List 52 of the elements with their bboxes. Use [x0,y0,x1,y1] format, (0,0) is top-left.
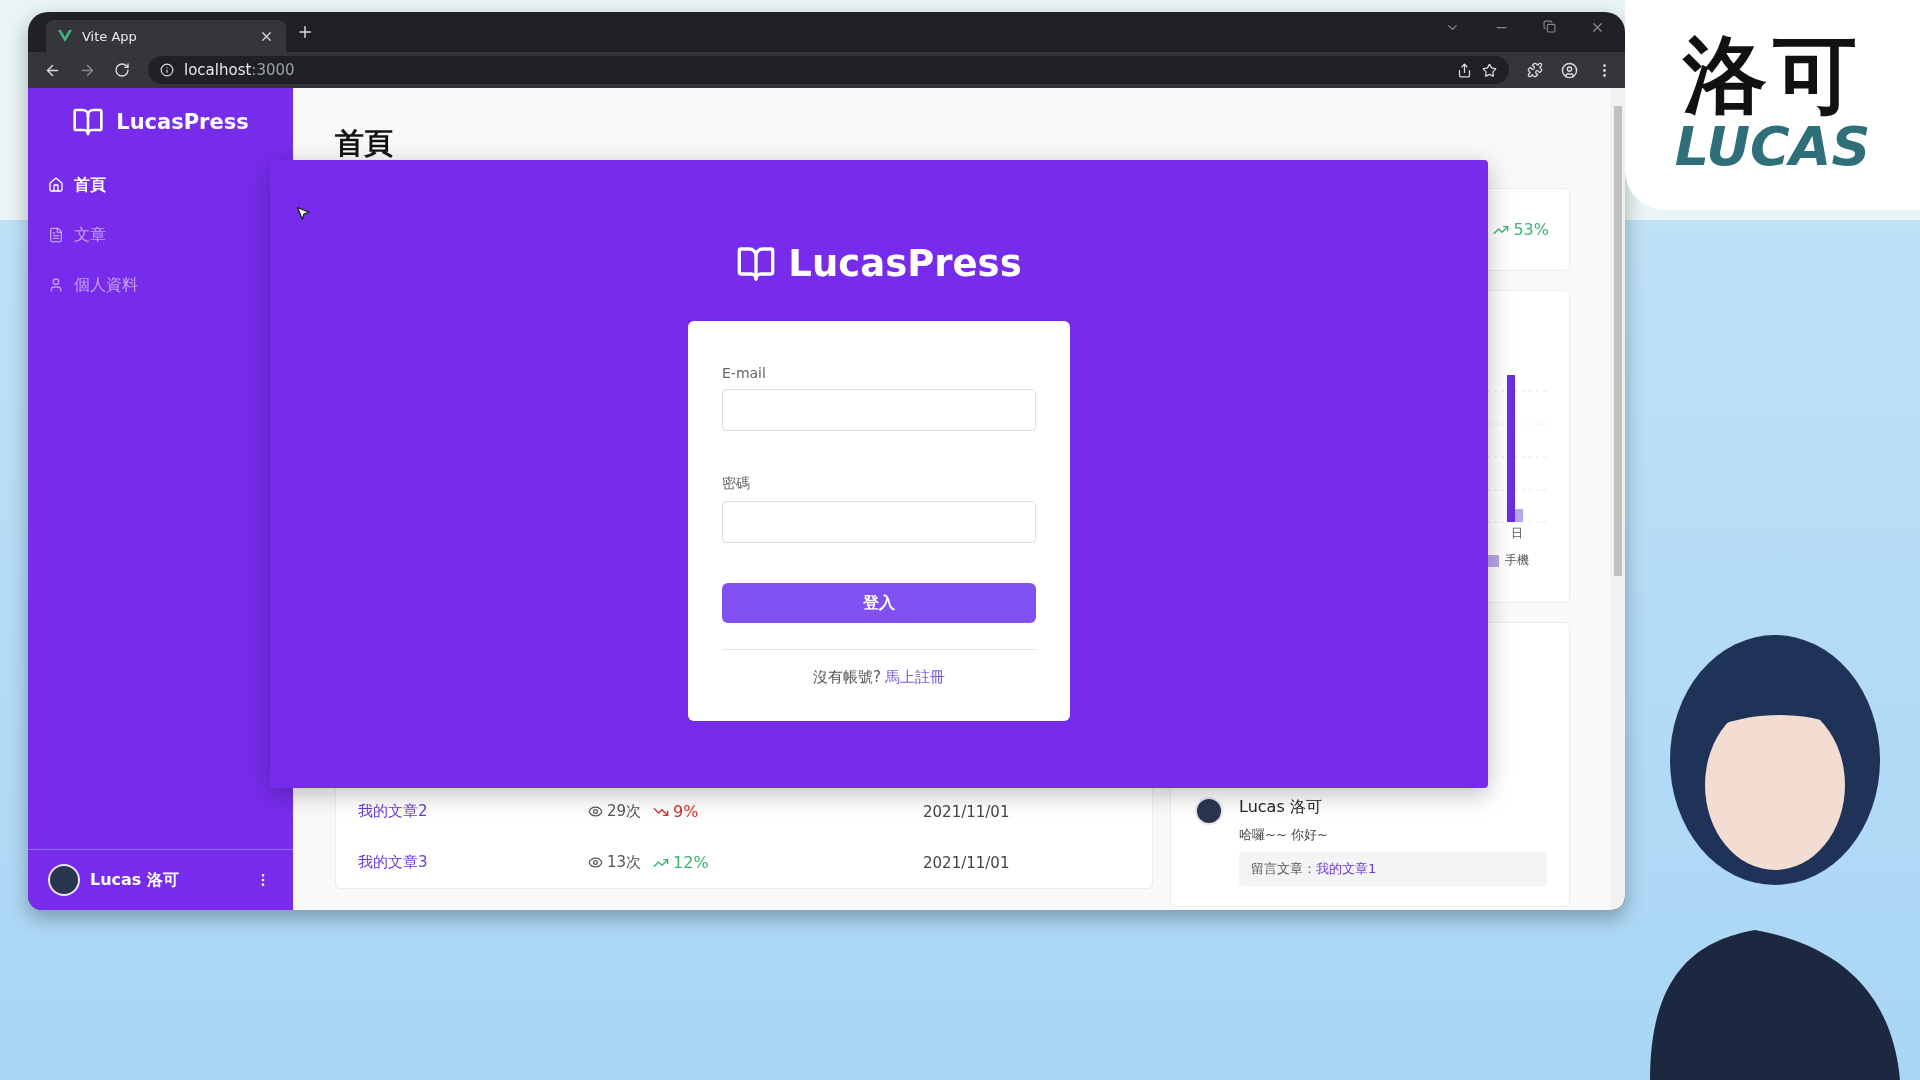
logo-title: 洛可 [1682,33,1863,118]
trend-change: 12% [653,853,709,872]
email-input[interactable] [722,389,1036,431]
commenter-avatar [1195,797,1223,825]
eye-icon [588,855,603,870]
restore-icon[interactable] [1543,19,1556,33]
user-name: Lucas 洛可 [90,869,180,891]
cursor-icon [295,205,311,221]
trend-change: 9% [653,802,699,821]
article-date: 2021/11/01 [923,802,1011,821]
browser-tab[interactable]: Vite App [46,20,286,52]
user-icon [48,277,64,293]
url-text: localhost:3000 [184,61,295,79]
logo-subtitle: LUCAS [1674,117,1871,177]
v-logo-icon [58,30,72,42]
bookmark-star-icon[interactable] [1482,62,1497,78]
book-icon [72,106,105,138]
brand-name: LucasPress [116,110,249,134]
stat-change: 53% [1493,220,1549,239]
info-icon[interactable] [160,63,174,77]
signup-link[interactable]: 馬上註冊 [885,668,945,686]
article-date: 2021/11/01 [923,853,1011,872]
share-icon[interactable] [1457,62,1472,78]
comment-text: 哈囉~~ 你好~ [1239,826,1329,844]
sidebar-item[interactable]: 首頁 [48,160,293,210]
page-title: 首頁 [335,125,394,162]
scrollbar-thumb[interactable] [1613,106,1622,576]
view-count: 29次 [588,802,642,821]
password-label: 密碼 [722,475,751,493]
article-link[interactable]: 我的文章3 [358,853,428,871]
eye-icon [588,804,603,819]
tab-title: Vite App [82,28,138,44]
legend-label: 手機 [1505,552,1529,569]
reload-icon[interactable] [114,62,130,78]
login-button[interactable]: 登入 [722,583,1036,623]
view-count: 13次 [588,853,642,872]
signup-prompt: 沒有帳號? [813,668,881,686]
reference-link[interactable]: 我的文章1 [1316,861,1377,876]
extensions-icon[interactable] [1527,62,1543,78]
article-link[interactable]: 我的文章2 [358,802,428,820]
password-input[interactable] [722,501,1036,543]
document-icon [48,227,64,243]
home-icon [48,177,64,193]
new-tab-icon[interactable] [296,23,314,41]
reference-label: 留言文章： [1251,861,1316,876]
modal-brand-name: LucasPress [788,242,1022,285]
axis-label: 日 [1510,525,1524,542]
profile-icon[interactable] [1561,61,1578,79]
address-bar[interactable]: localhost:3000 [148,56,1509,84]
email-label: E-mail [722,365,767,381]
user-avatar [48,864,80,896]
comment-author: Lucas 洛可 [1239,797,1323,818]
